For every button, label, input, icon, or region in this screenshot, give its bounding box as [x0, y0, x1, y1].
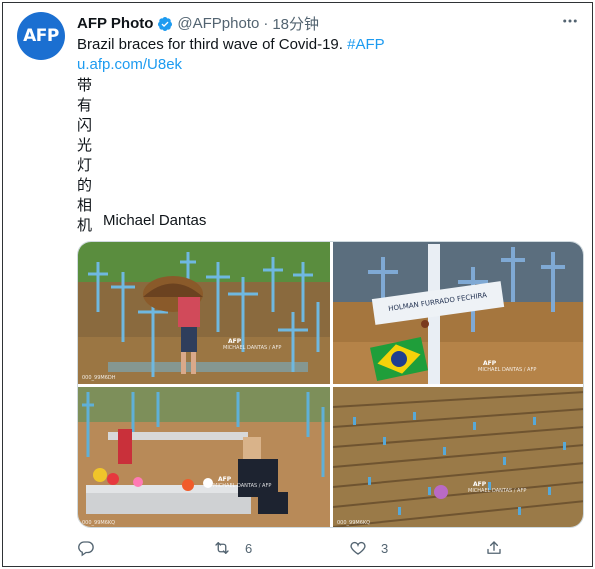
photo-3[interactable]: AFP MICHAEL DANTAS / AFP 000_99M6KQ	[78, 387, 330, 527]
separator-dot: ·	[263, 15, 269, 32]
watermark-brand: AFP	[473, 481, 487, 488]
vertical-char: 相	[77, 196, 93, 214]
like-button[interactable]: 3	[349, 539, 388, 557]
vertical-char: 有	[77, 96, 93, 114]
share-icon	[487, 541, 501, 554]
avatar-logo-text: AFP	[23, 26, 59, 46]
more-horizontal-icon[interactable]	[560, 11, 580, 31]
share-button[interactable]	[485, 539, 503, 557]
watermark-brand: AFP	[483, 360, 497, 367]
vertical-char: 光	[77, 136, 93, 154]
vertical-char: 闪	[77, 116, 93, 134]
like-count: 3	[381, 540, 389, 556]
tweet-text: Brazil braces for third wave of Covid-19…	[77, 35, 577, 75]
watermark-credit: MICHAEL DANTAS / AFP	[468, 488, 526, 494]
vertical-char: 灯	[77, 156, 93, 174]
retweet-button[interactable]: 6	[213, 539, 252, 557]
photo-id: 000_99M6DH	[82, 375, 116, 381]
vertical-char: 的	[77, 176, 93, 194]
vertical-char: 机	[77, 216, 93, 234]
tweet-text-main: Brazil braces for third wave of Covid-19…	[77, 36, 343, 53]
tweet-actions: 6 3	[77, 539, 517, 561]
watermark-brand: AFP	[218, 476, 232, 483]
verified-badge-icon	[158, 16, 173, 31]
vertical-caption: 带 有 闪 光 灯 的 相 机	[77, 75, 97, 235]
watermark-credit: MICHAEL DANTAS / AFP	[223, 345, 281, 351]
url-link[interactable]: u.afp.com/U8ek	[77, 56, 182, 73]
watermark-brand: AFP	[228, 338, 242, 345]
photo-2[interactable]: HOLMAN FURRADO FECHIRA AFP MICHAEL DANTA…	[333, 242, 583, 384]
avatar[interactable]: AFP	[17, 12, 65, 60]
tweet-card[interactable]: AFP AFP Photo @AFPphoto · 18分钟 Brazil br…	[2, 2, 593, 567]
tweet-timestamp[interactable]: 18分钟	[272, 13, 319, 34]
hashtag-link[interactable]: #AFP	[347, 36, 385, 53]
photo-4[interactable]: AFP MICHAEL DANTAS / AFP 000_99M6KQ	[333, 387, 583, 527]
retweet-icon	[215, 542, 229, 554]
watermark-credit: MICHAEL DANTAS / AFP	[478, 367, 536, 373]
photo-grid: AFP MICHAEL DANTAS / AFP 000_99M6DH HOLM…	[77, 241, 584, 528]
heart-icon	[350, 541, 366, 555]
photo-id: 000_99M6KQ	[82, 520, 115, 526]
photo-1[interactable]: AFP MICHAEL DANTAS / AFP 000_99M6DH	[78, 242, 330, 384]
photo-id: 000_99M6KQ	[337, 520, 370, 526]
watermark-credit: MICHAEL DANTAS / AFP	[213, 483, 271, 489]
photo-credit: Michael Dantas	[103, 212, 207, 229]
reply-icon	[78, 541, 94, 557]
author-name[interactable]: AFP Photo	[77, 15, 153, 32]
tweet-header: AFP Photo @AFPphoto · 18分钟	[77, 13, 319, 34]
reply-button[interactable]	[77, 539, 109, 557]
vertical-char: 带	[77, 76, 93, 94]
retweet-count: 6	[245, 540, 253, 556]
author-handle[interactable]: @AFPphoto	[177, 15, 259, 32]
